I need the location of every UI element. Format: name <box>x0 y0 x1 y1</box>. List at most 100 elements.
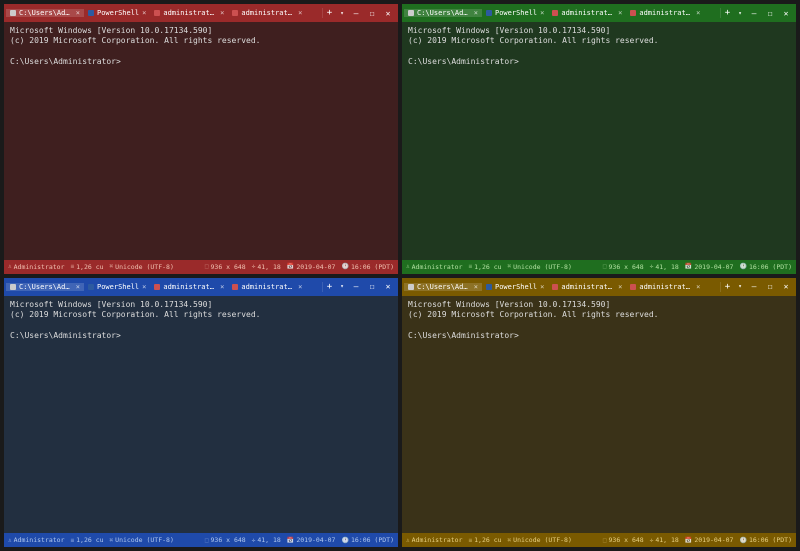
tab-strip: C:\Users\Administ…× PowerShell× administ… <box>404 9 720 17</box>
close-window-button[interactable]: ✕ <box>380 278 396 296</box>
tab-label: administrator@DOCL… <box>163 9 217 17</box>
ssh-icon <box>630 284 636 290</box>
close-icon[interactable]: × <box>142 9 146 17</box>
clock-icon: 🕐 <box>341 537 348 544</box>
user-icon: ♙ <box>8 537 12 544</box>
terminal-body[interactable]: Microsoft Windows [Version 10.0.17134.59… <box>4 22 398 260</box>
close-icon[interactable]: × <box>298 283 302 291</box>
cursor-icon: ✛ <box>252 537 256 544</box>
line-icon: ≡ <box>71 537 75 544</box>
version-text: Microsoft Windows [Version 10.0.17134.59… <box>10 26 212 35</box>
close-icon[interactable]: × <box>76 9 80 17</box>
terminal-body[interactable]: Microsoft Windows [Version 10.0.17134.59… <box>4 296 398 534</box>
tab-ssh-2[interactable]: administrator@DOCL…× <box>228 283 306 291</box>
close-window-button[interactable]: ✕ <box>380 4 396 22</box>
size-icon: ⬚ <box>603 537 607 544</box>
close-icon[interactable]: × <box>474 9 478 17</box>
tab-strip: C:\Users\Administ…× PowerShell× administ… <box>6 9 322 17</box>
terminal-window-blue: C:\Users\Administ…× PowerShell× administ… <box>4 278 398 548</box>
tab-cmd[interactable]: C:\Users\Administ…× <box>404 283 482 291</box>
terminal-window-red: C:\Users\Administ…× PowerShell× administ… <box>4 4 398 274</box>
status-line: ≡1,26 cu <box>469 536 502 544</box>
size-icon: ⬚ <box>603 263 607 270</box>
terminal-body[interactable]: Microsoft Windows [Version 10.0.17134.59… <box>402 22 796 260</box>
tab-powershell[interactable]: PowerShell× <box>84 283 150 291</box>
close-window-button[interactable]: ✕ <box>778 4 794 22</box>
maximize-button[interactable]: ☐ <box>364 4 380 22</box>
close-icon[interactable]: × <box>76 283 80 291</box>
tab-strip: C:\Users\Administ…× PowerShell× administ… <box>6 283 322 291</box>
tab-ssh-1[interactable]: administrator@DOCL…× <box>548 283 626 291</box>
tab-cmd[interactable]: C:\Users\Administ…× <box>404 9 482 17</box>
maximize-button[interactable]: ☐ <box>364 278 380 296</box>
minimize-button[interactable]: — <box>746 278 762 296</box>
ssh-icon <box>552 10 558 16</box>
tab-label: PowerShell <box>495 9 537 17</box>
close-icon[interactable]: × <box>474 283 478 291</box>
tab-label: administrator@DOCL… <box>241 9 295 17</box>
tab-cmd[interactable]: C:\Users\Administ…× <box>6 9 84 17</box>
tab-powershell[interactable]: PowerShell× <box>482 9 548 17</box>
close-icon[interactable]: × <box>540 283 544 291</box>
tab-cmd[interactable]: C:\Users\Administ…× <box>6 283 84 291</box>
status-cursor: ✛41, 18 <box>252 263 281 271</box>
tab-dropdown-button[interactable]: ▾ <box>336 10 348 17</box>
new-tab-button[interactable]: + <box>720 8 734 18</box>
tab-dropdown-button[interactable]: ▾ <box>336 283 348 290</box>
close-icon[interactable]: × <box>220 283 224 291</box>
powershell-icon <box>486 10 492 16</box>
status-line: ≡1,26 cu <box>469 263 502 271</box>
close-icon[interactable]: × <box>298 9 302 17</box>
tab-ssh-1[interactable]: administrator@DOCL…× <box>150 9 228 17</box>
tab-ssh-1[interactable]: administrator@DOCL…× <box>548 9 626 17</box>
prompt-text: C:\Users\Administrator> <box>408 331 519 340</box>
close-icon[interactable]: × <box>696 9 700 17</box>
terminal-body[interactable]: Microsoft Windows [Version 10.0.17134.59… <box>402 296 796 534</box>
close-window-button[interactable]: ✕ <box>778 278 794 296</box>
status-date: 📅2019-04-07 <box>287 536 336 544</box>
status-encoding: ⌘Unicode (UTF-8) <box>110 263 174 271</box>
cmd-icon <box>408 10 414 16</box>
tab-powershell[interactable]: PowerShell× <box>482 283 548 291</box>
tab-ssh-2[interactable]: administrator@DOCL…× <box>228 9 306 17</box>
tab-strip: C:\Users\Administ…× PowerShell× administ… <box>404 283 720 291</box>
new-tab-button[interactable]: + <box>322 282 336 292</box>
titlebar: C:\Users\Administ…× PowerShell× administ… <box>402 4 796 22</box>
close-icon[interactable]: × <box>540 9 544 17</box>
status-bar: ♙Administrator ≡1,26 cu ⌘Unicode (UTF-8)… <box>402 533 796 547</box>
close-icon[interactable]: × <box>618 9 622 17</box>
tab-powershell[interactable]: PowerShell× <box>84 9 150 17</box>
line-icon: ≡ <box>469 263 473 270</box>
status-date: 📅2019-04-07 <box>685 536 734 544</box>
tab-ssh-2[interactable]: administrator@DOCL…× <box>626 9 704 17</box>
close-icon[interactable]: × <box>220 9 224 17</box>
window-controls: — ☐ ✕ <box>746 278 794 296</box>
tab-ssh-1[interactable]: administrator@DOCL…× <box>150 283 228 291</box>
ssh-icon <box>154 10 160 16</box>
user-icon: ♙ <box>8 263 12 270</box>
status-time: 🕐16:06 (PDT) <box>739 536 792 544</box>
status-time: 🕐16:06 (PDT) <box>341 536 394 544</box>
close-icon[interactable]: × <box>142 283 146 291</box>
calendar-icon: 📅 <box>287 263 294 270</box>
minimize-button[interactable]: — <box>348 278 364 296</box>
tab-ssh-2[interactable]: administrator@DOCL…× <box>626 283 704 291</box>
new-tab-button[interactable]: + <box>720 282 734 292</box>
maximize-button[interactable]: ☐ <box>762 4 778 22</box>
close-icon[interactable]: × <box>618 283 622 291</box>
ssh-icon <box>232 284 238 290</box>
tab-dropdown-button[interactable]: ▾ <box>734 10 746 17</box>
minimize-button[interactable]: — <box>348 4 364 22</box>
close-icon[interactable]: × <box>696 283 700 291</box>
clock-icon: 🕐 <box>341 263 348 270</box>
titlebar: C:\Users\Administ…× PowerShell× administ… <box>4 4 398 22</box>
clock-icon: 🕐 <box>739 263 746 270</box>
version-text: Microsoft Windows [Version 10.0.17134.59… <box>10 300 212 309</box>
new-tab-button[interactable]: + <box>322 8 336 18</box>
copyright-text: (c) 2019 Microsoft Corporation. All righ… <box>408 36 658 45</box>
tab-dropdown-button[interactable]: ▾ <box>734 283 746 290</box>
minimize-button[interactable]: — <box>746 4 762 22</box>
copyright-text: (c) 2019 Microsoft Corporation. All righ… <box>10 310 260 319</box>
encoding-icon: ⌘ <box>110 537 114 544</box>
maximize-button[interactable]: ☐ <box>762 278 778 296</box>
